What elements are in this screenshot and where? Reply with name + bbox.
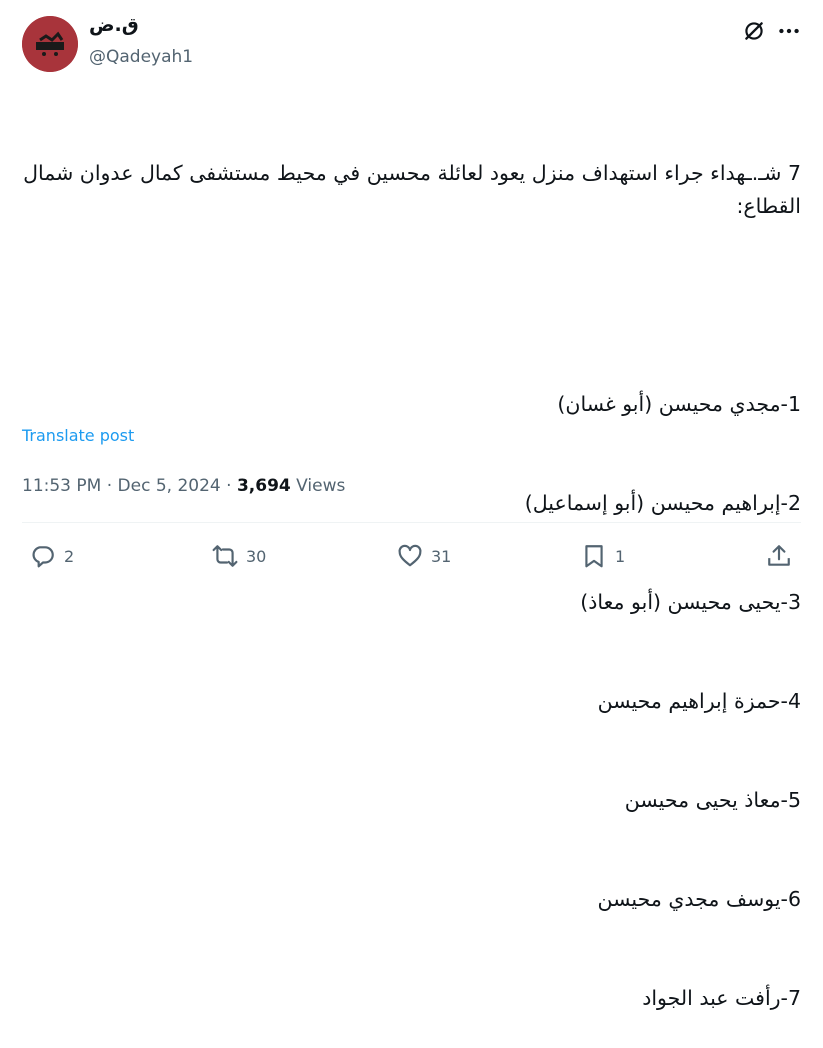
author-display-name[interactable]: ق.ض	[89, 14, 139, 36]
like-button[interactable]: 31	[397, 540, 451, 572]
repost-count: 30	[246, 546, 267, 566]
post-date[interactable]: Dec 5, 2024	[118, 476, 221, 496]
post-line: 7-رأفت عبد الجواد	[642, 986, 801, 1010]
views-count: 3,694	[236, 476, 291, 496]
share-button[interactable]	[766, 540, 792, 572]
bookmark-button[interactable]: 1	[581, 540, 625, 572]
meta-separator: ·	[101, 476, 118, 496]
reply-icon	[32, 546, 54, 568]
avatar-logo-icon	[22, 16, 78, 72]
action-bar: 2 30 31 1	[0, 540, 823, 572]
post-line: 3-يحيى محيسن (أبو معاذ)	[580, 590, 801, 614]
post-time[interactable]: 11:53 PM	[22, 476, 101, 496]
bookmark-count: 1	[615, 546, 626, 566]
grok-icon[interactable]	[741, 18, 767, 44]
post-line: 5-معاذ يحيى محيسن	[624, 788, 801, 812]
divider	[22, 522, 801, 523]
post-line: 7 شـ.ـهداء جراء استهداف منزل يعود لعائلة…	[16, 161, 801, 218]
share-icon	[768, 545, 790, 566]
author-handle[interactable]: @Qadeyah1	[89, 47, 193, 67]
heart-icon	[398, 544, 422, 567]
views-label: Views	[290, 476, 346, 496]
translate-post-link[interactable]: Translate post	[22, 426, 134, 445]
post-line: 1-مجدي محيسن (أبو غسان)	[557, 392, 801, 416]
repost-icon	[212, 545, 238, 567]
reply-button[interactable]: 2	[30, 540, 74, 572]
meta-separator: ·	[220, 476, 237, 496]
post-line: 4-حمزة إبراهيم محيسن	[597, 689, 801, 713]
more-icon[interactable]	[776, 18, 802, 44]
like-count: 31	[431, 546, 452, 566]
bookmark-icon	[585, 545, 603, 568]
repost-button[interactable]: 30	[212, 540, 266, 572]
post-line: 6-يوسف مجدي محيسن	[597, 887, 801, 911]
post-meta: 11:53 PM · Dec 5, 2024 · 3,694 Views	[22, 476, 345, 496]
reply-count: 2	[64, 546, 75, 566]
avatar[interactable]	[22, 16, 78, 72]
post-line	[22, 289, 801, 322]
